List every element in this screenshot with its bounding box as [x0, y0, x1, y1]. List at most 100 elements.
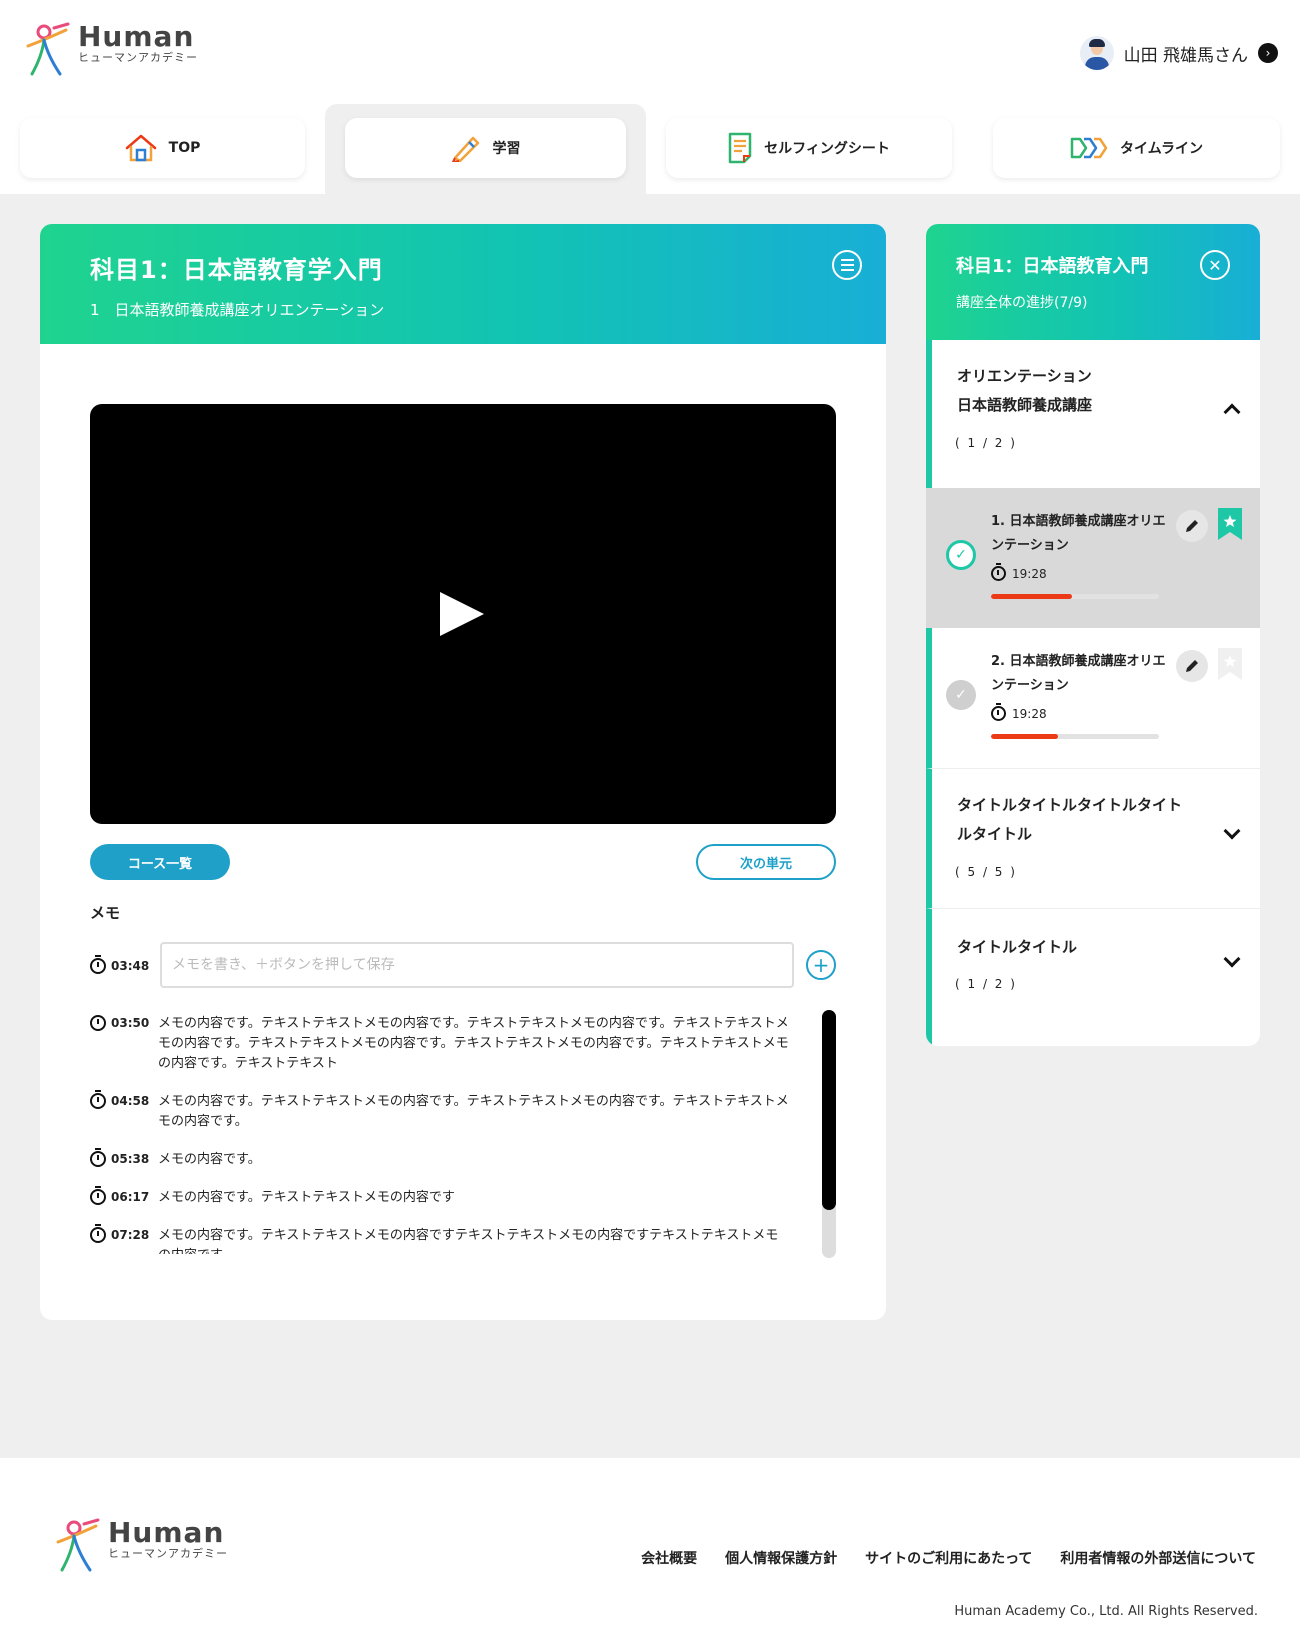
lesson-duration-value: 19:28	[1012, 706, 1047, 721]
pencil-icon	[451, 136, 479, 162]
section-item[interactable]: タイトルタイトルタイトルタイト ルタイトル ( 5 / 5 )	[926, 768, 1260, 908]
human-logo[interactable]: Human ヒューマンアカデミー	[24, 22, 198, 78]
next-unit-button[interactable]: 次の単元	[696, 844, 836, 880]
bookmark-icon[interactable]	[1218, 508, 1242, 540]
footer-link-external-data[interactable]: 利用者情報の外部送信について	[1060, 1548, 1256, 1568]
house-icon	[125, 134, 156, 162]
section-item[interactable]: タイトルタイトル ( 1 / 2 )	[926, 908, 1260, 1046]
memo-item-text: メモの内容です。テキストテキストメモの内容です。テキストテキストメモの内容です。…	[158, 1016, 789, 1071]
lesson-duration-value: 19:28	[1012, 566, 1047, 581]
memo-item-time: 03:50	[111, 1016, 150, 1030]
site-footer: Human ヒューマンアカデミー 会社概要 個人情報保護方針 サイトのご利用にあ…	[0, 1458, 1300, 1638]
memo-entry-row: 03:48 +	[90, 942, 836, 990]
footer-link-company[interactable]: 会社概要	[641, 1548, 697, 1568]
bookmark-icon[interactable]	[1218, 648, 1242, 680]
panel-header: 科目1：日本語教育入門 講座全体の進捗(7/9) ✕	[926, 224, 1260, 340]
memo-current-time-value: 03:48	[111, 959, 150, 973]
lesson-item[interactable]: ✓ 1. 日本語教師養成講座オリエンテーション 19:28	[926, 488, 1260, 628]
lesson-header: 科目1：日本語教育学入門 1 日本語教師養成講座オリエンテーション	[40, 224, 886, 344]
chevron-right-icon: ›	[1258, 43, 1278, 63]
memo-list: 03:50 メモの内容です。テキストテキストメモの内容です。テキストテキストメモ…	[90, 1014, 790, 1254]
stopwatch-icon	[90, 1186, 106, 1205]
section-title-line2: ルタイトル	[957, 825, 1033, 843]
main-nav: TOP 学習 セルフィングシート タイムライン	[0, 104, 1300, 194]
stopwatch-icon	[90, 1224, 106, 1243]
stopwatch-icon	[90, 955, 106, 974]
logo-brand: Human	[78, 20, 195, 53]
memo-scrollbar-thumb[interactable]	[822, 1010, 836, 1210]
pencil-icon	[1186, 520, 1198, 532]
lesson-duration: 19:28	[991, 563, 1047, 581]
check-icon: ✓	[946, 540, 976, 570]
footer-links: 会社概要 個人情報保護方針 サイトのご利用にあたって 利用者情報の外部送信につい…	[641, 1548, 1256, 1568]
tab-top-label: TOP	[168, 140, 201, 156]
memo-item-text: メモの内容です。テキストテキストメモの内容ですテキストテキストメモの内容ですテキ…	[158, 1228, 779, 1254]
logo-sub: ヒューマンアカデミー	[108, 1547, 228, 1560]
section-title-line2: 日本語教師養成講座	[957, 396, 1093, 414]
footer-link-terms[interactable]: サイトのご利用にあたって	[865, 1548, 1032, 1568]
lesson-item[interactable]: ✓ 2. 日本語教師養成講座オリエンテーション 19:28	[926, 628, 1260, 768]
panel-title: 科目1：日本語教育入門	[956, 256, 1149, 277]
lesson-progress-fill	[991, 594, 1072, 599]
memo-item[interactable]: 04:58 メモの内容です。テキストテキストメモの内容です。テキストテキストメモ…	[90, 1090, 790, 1132]
course-list-button[interactable]: コース一覧	[90, 844, 230, 880]
lesson-item-title: 2. 日本語教師養成講座オリエンテーション	[991, 654, 1166, 693]
check-icon: ✓	[946, 680, 976, 710]
logo-brand: Human	[108, 1516, 225, 1549]
footer-link-privacy[interactable]: 個人情報保護方針	[725, 1548, 837, 1568]
memo-item[interactable]: 03:50 メモの内容です。テキストテキストメモの内容です。テキストテキストメモ…	[90, 1014, 790, 1074]
memo-heading: メモ	[90, 904, 121, 922]
pencil-icon	[1186, 660, 1198, 672]
memo-item-text: メモの内容です。テキストテキストメモの内容です。テキストテキストメモの内容です。…	[158, 1094, 789, 1129]
memo-current-time: 03:48	[90, 955, 150, 974]
stopwatch-icon	[90, 1015, 106, 1031]
panel-progress: 講座全体の進捗(7/9)	[956, 295, 1088, 311]
memo-input[interactable]	[172, 957, 782, 973]
section-count: ( 1 / 2 )	[955, 436, 1017, 450]
footer-logo[interactable]: Human ヒューマンアカデミー	[54, 1518, 228, 1574]
memo-item-text: メモの内容です。テキストテキストメモの内容です	[158, 1190, 455, 1205]
memo-input-box[interactable]	[160, 942, 794, 988]
avatar	[1079, 36, 1114, 70]
video-player[interactable]	[90, 404, 836, 824]
menu-icon[interactable]	[832, 250, 862, 280]
lesson-card: 科目1：日本語教育学入門 1 日本語教師養成講座オリエンテーション コース一覧 …	[40, 224, 886, 1320]
memo-scrollbar[interactable]	[822, 1010, 836, 1258]
logo-sub: ヒューマンアカデミー	[78, 51, 198, 64]
section-title-line1: タイトルタイトルタイトルタイト	[957, 796, 1183, 814]
stopwatch-icon	[991, 703, 1006, 721]
chevron-down-icon[interactable]	[1223, 822, 1241, 840]
course-progress-panel: 科目1：日本語教育入門 講座全体の進捗(7/9) ✕ オリエンテーション 日本語…	[926, 224, 1260, 1046]
add-memo-button[interactable]: +	[806, 950, 836, 980]
lesson-progress-fill	[991, 734, 1059, 739]
site-header: Human ヒューマンアカデミー 山田 飛雄馬さん ›	[0, 0, 1300, 104]
close-icon[interactable]: ✕	[1200, 250, 1230, 280]
stopwatch-icon	[90, 1148, 106, 1167]
tab-selfing-sheet[interactable]: セルフィングシート	[666, 118, 952, 178]
lesson-duration: 19:28	[991, 703, 1047, 721]
lesson-item-title: 1. 日本語教師養成講座オリエンテーション	[991, 514, 1166, 553]
memo-item-time: 05:38	[111, 1152, 150, 1166]
human-figure-icon	[26, 22, 70, 76]
tab-study[interactable]: 学習	[345, 118, 626, 178]
memo-item[interactable]: 05:38 メモの内容です。	[90, 1148, 790, 1170]
section-count: ( 5 / 5 )	[955, 865, 1017, 879]
memo-item-time: 04:58	[111, 1094, 150, 1108]
user-name: 山田 飛雄馬さん	[1123, 45, 1248, 66]
tab-top[interactable]: TOP	[20, 118, 305, 178]
play-icon[interactable]	[440, 592, 484, 636]
memo-item[interactable]: 07:28 メモの内容です。テキストテキストメモの内容ですテキストテキストメモの…	[90, 1224, 790, 1254]
chevron-down-icon[interactable]	[1223, 950, 1241, 968]
edit-button[interactable]	[1176, 510, 1208, 542]
user-menu[interactable]: 山田 飛雄馬さん ›	[1079, 36, 1278, 70]
section-header[interactable]: オリエンテーション 日本語教師養成講座 ( 1 / 2 )	[932, 340, 1260, 480]
tab-timeline-label: タイムライン	[1119, 141, 1204, 157]
lesson-subtitle: 1 日本語教師養成講座オリエンテーション	[90, 301, 385, 319]
memo-item-time: 06:17	[111, 1190, 150, 1204]
copyright: Human Academy Co., Ltd. All Rights Reser…	[954, 1604, 1258, 1619]
memo-item[interactable]: 06:17 メモの内容です。テキストテキストメモの内容です	[90, 1186, 790, 1208]
tab-timeline[interactable]: タイムライン	[993, 118, 1280, 178]
chevron-up-icon[interactable]	[1223, 403, 1241, 421]
stopwatch-icon	[991, 563, 1006, 581]
edit-button[interactable]	[1176, 650, 1208, 682]
